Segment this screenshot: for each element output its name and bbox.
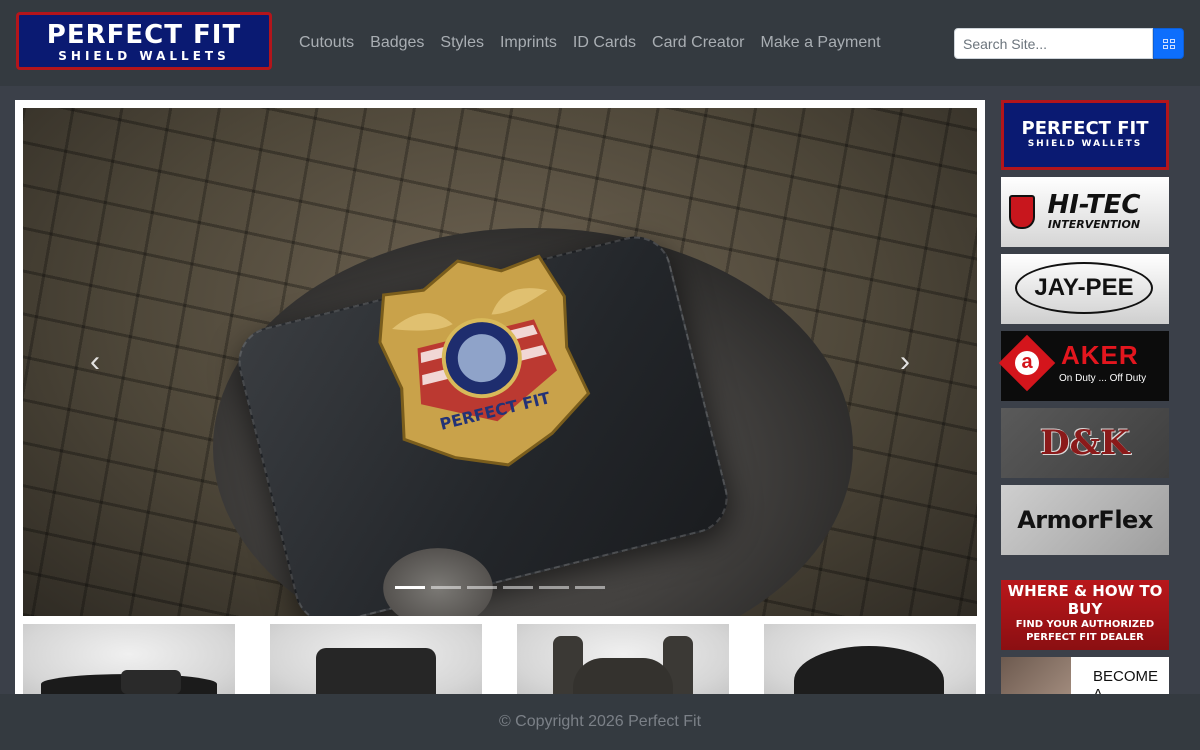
nav-id-cards[interactable]: ID Cards [573,33,636,53]
aker-logo-icon: a [998,334,1056,392]
grid-icon [1162,38,1175,49]
sidebar-brand-aker[interactable]: a AKER On Duty ... Off Duty [998,331,1169,401]
where-to-buy-line2: FIND YOUR AUTHORIZED [1015,619,1155,630]
carousel-indicators [395,586,605,589]
brand-dk-label: D&K [1040,423,1130,463]
aker-mark: a [1015,351,1039,375]
carousel-indicator[interactable] [539,586,569,589]
nav-cutouts[interactable]: Cutouts [299,33,354,53]
product-thumbnail-belt[interactable] [23,624,235,700]
main-nav: Cutouts Badges Styles Imprints ID Cards … [299,33,897,53]
sidebar-brand-armorflex[interactable]: ArmorFlex [1001,485,1169,555]
carousel-indicator[interactable] [503,586,533,589]
sidebar-where-to-buy-banner[interactable]: WHERE & HOW TO BUY FIND YOUR AUTHORIZED … [1001,580,1169,650]
sidebar-brand-hi-tec[interactable]: HI-TEC INTERVENTION [1001,177,1169,247]
where-to-buy-line1: WHERE & HOW TO BUY [1007,582,1163,618]
search-input[interactable] [954,28,1153,59]
hi-tec-shield-icon [1009,195,1035,229]
become-dealer-image [1001,657,1071,694]
carousel-indicator[interactable] [431,586,461,589]
logo-line2: SHIELD WALLETS [58,49,230,63]
site-logo[interactable]: PERFECT FIT SHIELD WALLETS [16,12,272,70]
main-content: PERFECT FIT ‹ › [15,100,985,716]
nav-badges[interactable]: Badges [370,33,424,53]
carousel-indicator[interactable] [395,586,425,589]
site-search [954,28,1184,59]
nav-card-creator[interactable]: Card Creator [652,33,744,53]
become-dealer-label: BECOME A [1093,668,1159,694]
brand-armorflex-label: ArmorFlex [1017,506,1153,534]
product-thumbnail-vest[interactable] [517,624,729,700]
sidebar-become-dealer-banner[interactable]: BECOME A [1001,657,1169,694]
logo-line1: PERFECT FIT [46,20,242,50]
police-badge-image: PERFECT FIT [378,254,591,467]
brand-jay-pee-label: JAY-PEE [1015,262,1153,314]
product-thumbnails [23,624,977,716]
nav-make-a-payment[interactable]: Make a Payment [761,33,881,53]
nav-styles[interactable]: Styles [440,33,484,53]
search-button[interactable] [1153,28,1184,59]
hero-carousel: PERFECT FIT ‹ › [23,108,977,616]
brand-aker-name: AKER [1061,340,1139,370]
sidebar-brand-perfect-fit[interactable]: PERFECT FIT SHIELD WALLETS [1001,100,1169,170]
site-header: PERFECT FIT SHIELD WALLETS Cutouts Badge… [0,0,1200,86]
sidebar-brand-jay-pee[interactable]: JAY-PEE [1001,254,1169,324]
copyright-text: © Copyright 2026 Perfect Fit [498,713,702,730]
chevron-left-icon[interactable]: ‹ [83,347,107,377]
chevron-right-icon[interactable]: › [893,347,917,377]
where-to-buy-line3: PERFECT FIT DEALER [1026,632,1144,643]
product-thumbnail-pouch[interactable] [270,624,482,700]
product-thumbnail-wrap[interactable] [764,624,976,716]
carousel-indicator[interactable] [467,586,497,589]
sidebar-brand-dk[interactable]: D&K [1001,408,1169,478]
nav-imprints[interactable]: Imprints [500,33,557,53]
brand-aker-tagline: On Duty ... Off Duty [1059,373,1147,384]
brand-perfect-fit-line2: SHIELD WALLETS [1027,139,1143,149]
carousel-indicator[interactable] [575,586,605,589]
brand-perfect-fit-line1: PERFECT FIT [1021,118,1149,139]
site-footer: © Copyright 2026 Perfect Fit [0,694,1200,750]
